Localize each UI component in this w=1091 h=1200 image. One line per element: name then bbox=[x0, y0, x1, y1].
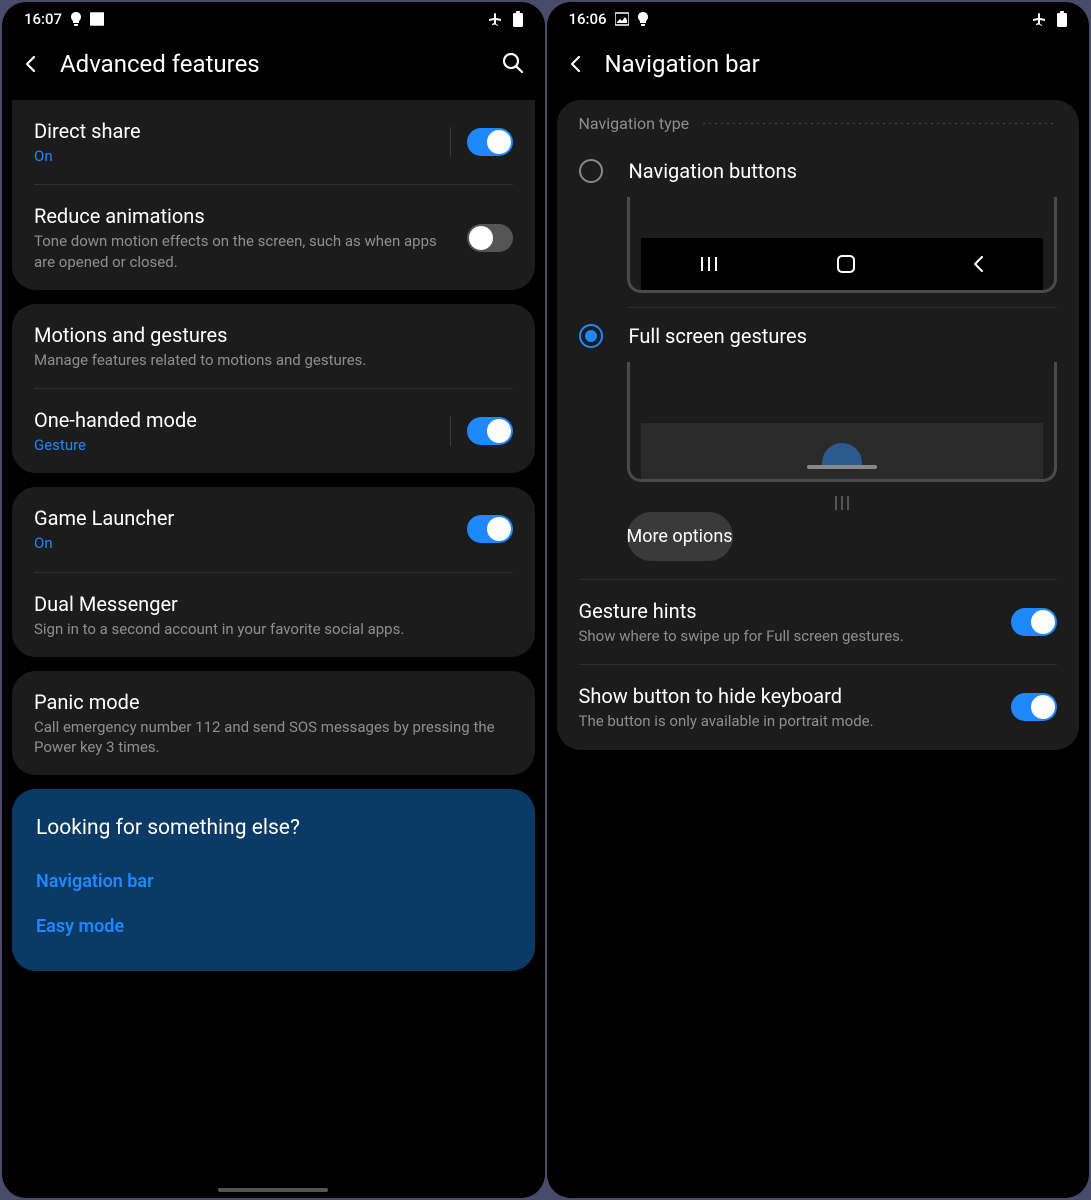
option-navigation-buttons[interactable]: Navigation buttons bbox=[557, 143, 1080, 189]
looking-for-title: Looking for something else? bbox=[36, 815, 511, 842]
page-title: Navigation bar bbox=[605, 50, 1072, 78]
back-button[interactable] bbox=[20, 53, 42, 75]
radio-checked[interactable] bbox=[579, 324, 603, 348]
toggle-one-handed[interactable] bbox=[467, 417, 513, 445]
setting-panic-mode[interactable]: Panic mode Call emergency number 112 and… bbox=[12, 671, 535, 776]
setting-dual-messenger[interactable]: Dual Messenger Sign in to a second accou… bbox=[12, 573, 535, 657]
page-title: Advanced features bbox=[60, 50, 483, 78]
more-options-button[interactable]: More options bbox=[627, 512, 733, 561]
gesture-handles-icon bbox=[835, 496, 849, 510]
separator bbox=[450, 416, 451, 446]
image-icon bbox=[615, 12, 629, 26]
toggle-gesture-hints[interactable] bbox=[1011, 608, 1057, 636]
settings-card: Panic mode Call emergency number 112 and… bbox=[12, 671, 535, 776]
preview-nav-buttons bbox=[627, 197, 1058, 293]
battery-icon bbox=[1057, 11, 1067, 27]
section-label: Navigation type bbox=[557, 100, 1080, 143]
battery-icon bbox=[513, 11, 523, 27]
screen-navigation-bar: 16:06 Navigation bar Navigation type bbox=[547, 2, 1090, 1198]
preview-gestures bbox=[627, 362, 1058, 482]
setting-motions-gestures[interactable]: Motions and gestures Manage features rel… bbox=[12, 304, 535, 388]
gesture-pill-icon bbox=[807, 465, 877, 469]
airplane-icon bbox=[1031, 11, 1047, 27]
settings-card: Game Launcher On Dual Messenger Sign in … bbox=[12, 487, 535, 657]
search-button[interactable] bbox=[501, 51, 527, 77]
settings-list[interactable]: Direct share On Reduce animations Tone d… bbox=[2, 100, 545, 1198]
airplane-icon bbox=[487, 11, 503, 27]
setting-show-hide-keyboard[interactable]: Show button to hide keyboard The button … bbox=[557, 665, 1080, 749]
status-bar: 16:07 bbox=[2, 2, 545, 32]
header: Navigation bar bbox=[547, 32, 1090, 100]
lightbulb-icon bbox=[637, 12, 649, 26]
recents-icon bbox=[699, 257, 719, 271]
setting-gesture-hints[interactable]: Gesture hints Show where to swipe up for… bbox=[557, 580, 1080, 664]
link-easy-mode[interactable]: Easy mode bbox=[36, 904, 511, 949]
screen-advanced-features: 16:07 Advanced features bbox=[2, 2, 545, 1198]
link-navigation-bar[interactable]: Navigation bar bbox=[36, 859, 511, 904]
setting-game-launcher[interactable]: Game Launcher On bbox=[12, 487, 535, 571]
option-full-screen-gestures[interactable]: Full screen gestures bbox=[557, 308, 1080, 354]
looking-for-card: Looking for something else? Navigation b… bbox=[12, 789, 535, 970]
status-bar: 16:06 bbox=[547, 2, 1090, 32]
navigation-type-card: Navigation type Navigation buttons bbox=[557, 100, 1080, 750]
setting-one-handed-mode[interactable]: One-handed mode Gesture bbox=[12, 389, 535, 473]
radio-unchecked[interactable] bbox=[579, 159, 603, 183]
status-time: 16:06 bbox=[569, 10, 607, 28]
setting-reduce-animations[interactable]: Reduce animations Tone down motion effec… bbox=[12, 185, 535, 290]
dotted-line bbox=[701, 123, 1057, 124]
home-indicator[interactable] bbox=[218, 1188, 328, 1192]
settings-card: Direct share On Reduce animations Tone d… bbox=[12, 100, 535, 290]
settings-list[interactable]: Navigation type Navigation buttons bbox=[547, 100, 1090, 1198]
setting-direct-share[interactable]: Direct share On bbox=[12, 100, 535, 184]
home-icon bbox=[837, 255, 855, 273]
status-time: 16:07 bbox=[24, 10, 62, 28]
separator bbox=[450, 127, 451, 157]
header: Advanced features bbox=[2, 32, 545, 100]
toggle-hide-keyboard[interactable] bbox=[1011, 693, 1057, 721]
back-button[interactable] bbox=[565, 53, 587, 75]
navbar-preview-bar bbox=[641, 238, 1044, 290]
lightbulb-icon bbox=[70, 12, 82, 26]
image-icon bbox=[90, 12, 104, 26]
back-icon bbox=[972, 256, 984, 272]
toggle-game-launcher[interactable] bbox=[467, 515, 513, 543]
settings-card: Motions and gestures Manage features rel… bbox=[12, 304, 535, 474]
toggle-reduce-animations[interactable] bbox=[467, 224, 513, 252]
toggle-direct-share[interactable] bbox=[467, 128, 513, 156]
